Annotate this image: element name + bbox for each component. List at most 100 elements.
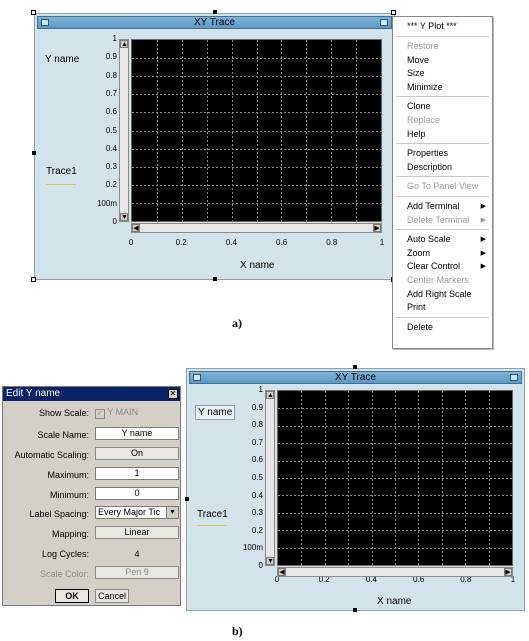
y-tick-label: 100m — [242, 543, 263, 553]
scale-color-button: Pen 9 — [95, 566, 179, 579]
title-bar[interactable]: XY Trace — [37, 16, 392, 29]
x-tick-label: 0.6 — [276, 238, 288, 247]
scroll-up-icon[interactable]: ▲ — [266, 391, 274, 399]
resize-handle[interactable] — [391, 10, 396, 15]
submenu-arrow-icon: ▶ — [480, 236, 486, 244]
menu-dropdown-icon[interactable] — [380, 19, 388, 26]
title-bar[interactable]: XY Trace — [189, 371, 522, 384]
cancel-button[interactable]: Cancel — [95, 589, 129, 603]
resize-handle[interactable] — [185, 497, 189, 501]
label-spacing-label: Label Spacing: — [29, 509, 89, 519]
y-tick-label: 0.7 — [105, 88, 117, 98]
maximum-field[interactable]: 1 — [95, 467, 179, 480]
show-scale-checkbox: ✓ Y MAIN — [95, 407, 138, 419]
menu-separator — [396, 143, 489, 145]
menu-item-go-to-panel-view: Go To Panel View — [407, 181, 479, 192]
label-spacing-select[interactable]: Every Major Tic ▼ — [95, 506, 179, 519]
submenu-arrow-icon: ▶ — [480, 203, 486, 210]
resize-handle[interactable] — [31, 277, 36, 282]
edit-y-name-dialog: Edit Y name ✕ Show Scale: ✓ Y MAIN Scale… — [2, 386, 181, 606]
x-axis-name[interactable]: X name — [377, 596, 411, 607]
x-tick-label: 0.4 — [225, 238, 237, 247]
close-icon[interactable]: ✕ — [168, 389, 178, 399]
trace-label: Trace1 — [46, 166, 77, 177]
menu-item-minimize[interactable]: Minimize — [407, 82, 443, 92]
y-tick-label: 0.2 — [251, 525, 263, 535]
x-axis-name[interactable]: X name — [240, 260, 274, 271]
menu-separator — [396, 96, 489, 98]
xy-trace-window-a[interactable]: XY Trace Y name Trace1 ▲ ▼ 1 0.9 0.8 0.7 0.6… — [34, 13, 395, 280]
menu-header: *** Y Plot *** — [407, 21, 457, 31]
y-tick-label: 1 — [258, 385, 263, 394]
menu-item-help[interactable]: Help — [407, 129, 426, 139]
y-axis-name[interactable]: Y name — [195, 405, 236, 420]
caption-a: a) — [232, 316, 242, 330]
scroll-right-icon[interactable]: ▶ — [504, 568, 512, 576]
y-tick-label: 0.8 — [105, 70, 117, 80]
y-scrollbar[interactable]: ▲ ▼ — [265, 390, 275, 566]
plot-grid — [278, 391, 512, 565]
menu-item-clone[interactable]: Clone — [407, 101, 431, 111]
chevron-down-icon[interactable]: ▼ — [166, 507, 178, 518]
y-tick-label: 0.7 — [251, 437, 263, 447]
x-tick-label: 0.8 — [326, 238, 338, 247]
show-scale-value: Y MAIN — [107, 407, 139, 417]
context-menu: *** Y Plot *** Restore Move Size Minimize Clo… — [392, 16, 493, 349]
menu-item-delete[interactable]: Delete — [407, 322, 433, 332]
scale-color-label: Scale Color: — [39, 569, 89, 579]
y-tick-label: 0.2 — [105, 180, 117, 190]
y-tick-label: 0.5 — [105, 125, 117, 135]
resize-handle[interactable] — [353, 608, 357, 612]
xy-trace-window-b[interactable]: XY Trace Y name Trace1 ▲ ▼ 1 0.9 0.8 0.7 0.6… — [186, 368, 525, 611]
y-axis-name[interactable]: Y name — [45, 54, 79, 65]
submenu-arrow-icon: ▶ — [480, 249, 486, 257]
mapping-button[interactable]: Linear — [95, 526, 179, 539]
scroll-down-icon[interactable]: ▼ — [120, 213, 128, 221]
plot-area[interactable] — [277, 390, 513, 566]
menu-separator — [396, 196, 489, 197]
resize-handle[interactable] — [31, 10, 36, 15]
menu-item-add-terminal[interactable]: Add Terminal — [407, 201, 459, 211]
menu-item-properties[interactable]: Properties — [407, 148, 448, 158]
plot-area[interactable] — [131, 39, 382, 222]
menu-item-add-right-scale[interactable]: Add Right Scale — [407, 289, 472, 299]
resize-handle[interactable] — [353, 365, 357, 369]
menu-item-auto-scale[interactable]: Auto Scale — [407, 234, 451, 244]
caption-b: b) — [232, 624, 243, 638]
scroll-right-icon[interactable]: ▶ — [373, 224, 381, 232]
resize-handle[interactable] — [213, 277, 217, 281]
auto-scaling-label: Automatic Scaling: — [14, 450, 89, 460]
y-scrollbar[interactable]: ▲ ▼ — [119, 39, 129, 222]
y-tick-label: 0.4 — [251, 490, 263, 500]
ok-button[interactable]: OK — [55, 589, 89, 603]
scroll-down-icon[interactable]: ▼ — [266, 557, 274, 565]
menu-item-print[interactable]: Print — [407, 302, 426, 312]
scroll-up-icon[interactable]: ▲ — [120, 40, 128, 48]
y-tick-label: 1 — [112, 34, 117, 43]
menu-item-size[interactable]: Size — [407, 68, 425, 78]
menu-item-zoom[interactable]: Zoom — [407, 248, 430, 258]
log-cycles-value: 4 — [134, 549, 140, 559]
menu-item-clear-control[interactable]: Clear Control — [407, 261, 460, 271]
minimum-field[interactable]: 0 — [95, 487, 179, 500]
dialog-title: Edit Y name — [6, 388, 61, 399]
scale-name-field[interactable]: Y name — [95, 427, 179, 440]
x-scrollbar[interactable]: ◀ ▶ — [131, 223, 382, 233]
resize-handle[interactable] — [32, 151, 36, 155]
minimum-label: Minimum: — [49, 490, 89, 500]
menu-item-description[interactable]: Description — [407, 162, 452, 172]
y-tick-label: 0.4 — [105, 143, 117, 153]
menu-item-move[interactable]: Move — [407, 55, 429, 65]
menu-separator — [396, 229, 489, 231]
resize-handle[interactable] — [213, 10, 217, 14]
dialog-title-bar[interactable]: Edit Y name ✕ — [3, 387, 180, 401]
auto-scaling-button[interactable]: On — [95, 447, 179, 460]
mapping-label: Mapping: — [51, 529, 89, 539]
scroll-left-icon[interactable]: ◀ — [132, 224, 140, 232]
menu-dropdown-icon[interactable] — [510, 374, 518, 381]
trace-color-line — [197, 525, 227, 526]
scroll-left-icon[interactable]: ◀ — [278, 568, 286, 576]
x-scrollbar[interactable]: ◀ ▶ — [277, 567, 513, 577]
scale-name-label: Scale Name: — [37, 430, 89, 440]
window-title: XY Trace — [194, 17, 235, 28]
